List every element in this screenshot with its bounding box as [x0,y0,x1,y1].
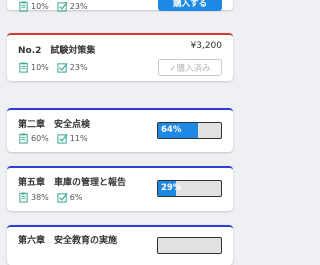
exam-card-1: 10% 23% 購入する [7,0,233,12]
answered-rate: 10% [31,63,49,72]
correct-rate: 11% [69,134,88,143]
chapter-card-5[interactable]: 第五章 車庫の管理と報告 38% 6% 29% [7,166,233,211]
correct-rate: 23% [69,63,88,72]
checkbox-icon [57,192,68,203]
stats-row: 10% 23% [18,62,96,73]
card-title: 第五章 車庫の管理と報告 [18,178,127,188]
stats-row: 38% 6% [18,192,90,203]
clipboard-icon [18,133,29,144]
clipboard-icon [18,62,29,73]
progress-label: 29% [161,183,182,193]
stats-row: 60% 11% [18,133,96,144]
clipboard-icon [18,1,29,12]
answered-rate: 60% [31,134,49,143]
answered-rate: 10% [31,2,49,11]
progress-label: 64% [161,125,182,135]
purchased-button[interactable]: ✓購入済み [158,59,222,76]
checkbox-icon [57,1,68,12]
checkbox-icon [57,62,68,73]
chapter-card-2[interactable]: 第二章 安全点検 60% 11% 64% [7,108,233,152]
progress-bar: 64% [157,122,222,139]
price: ¥3,200 [190,41,223,51]
card-title: No.2 試験対策集 [18,46,96,56]
correct-rate: 23% [69,2,88,11]
card-title: 第二章 安全点検 [18,120,91,130]
checkbox-icon [57,133,68,144]
progress-bar: 29% [157,180,222,197]
exam-card-2: No.2 試験対策集 ¥3,200 10% 23% ✓購入済み [7,33,233,81]
buy-button[interactable]: 購入する [158,0,222,11]
stats-row: 10% 23% [18,1,96,12]
chapter-card-6[interactable]: 第六章 安全教育の実施 [7,225,233,265]
clipboard-icon [18,192,29,203]
correct-rate: 6% [69,193,83,202]
answered-rate: 38% [31,193,49,202]
